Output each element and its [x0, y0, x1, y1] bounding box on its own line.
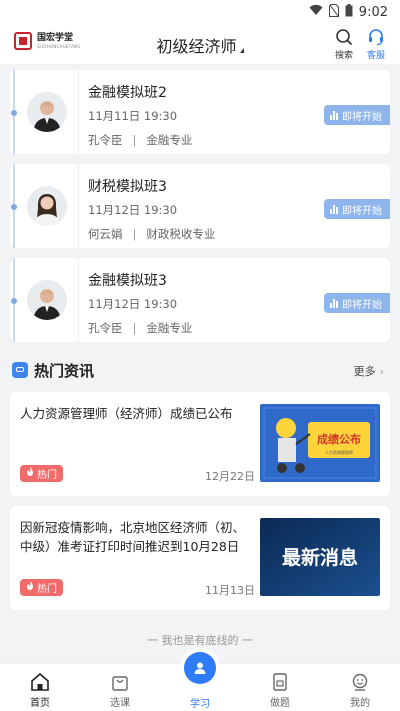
tab-label: 首页	[30, 698, 50, 709]
user-face-icon	[320, 664, 400, 694]
tab-practice[interactable]: 做题	[240, 664, 320, 711]
course-time: 11月11日 19:30	[88, 109, 178, 123]
course-major: 金融专业	[146, 133, 193, 147]
status-text: 即将开始	[342, 111, 382, 123]
news-section-header: 热门资讯 更多 ›	[12, 358, 388, 382]
course-time: 11月12日 19:30	[88, 297, 178, 311]
status-badge: 即将开始	[324, 105, 390, 125]
news-thumbnail: 成绩公布 人力资源管理师	[260, 404, 380, 482]
more-news-link[interactable]: 更多 ›	[354, 363, 384, 379]
hot-badge: 热门	[20, 579, 63, 596]
tab-study[interactable]: 学习	[160, 652, 240, 711]
no-sim-icon	[328, 3, 339, 21]
course-card[interactable]: 金融模拟班3 11月12日 19:30 孔令臣 | 金融专业 即将开始	[10, 258, 390, 342]
live-bars-icon	[330, 110, 338, 120]
course-teacher-line: 孔令臣 | 金融专业	[88, 133, 193, 147]
status-bar: 9:02	[0, 0, 400, 24]
course-major: 财政税收专业	[146, 227, 216, 241]
timeline-dot	[11, 204, 17, 210]
flame-icon	[26, 467, 34, 480]
news-card[interactable]: 因新冠疫情影响，北京地区经济师（初、中级）准考证打印时间推迟到10月28日 热门…	[10, 506, 390, 610]
news-card[interactable]: 人力资源管理师（经济师）成绩已公布 热门 12月22日 成绩公布 人力资源管理师	[10, 392, 390, 496]
status-text: 即将开始	[342, 299, 382, 311]
course-name: 金融模拟班3	[88, 273, 167, 289]
live-bars-icon	[330, 204, 338, 214]
news-thumbnail: 最新消息	[260, 518, 380, 596]
course-teacher-line: 孔令臣 | 金融专业	[88, 321, 193, 335]
more-label: 更多	[353, 365, 376, 378]
card-divider	[78, 258, 79, 342]
course-name: 财税模拟班3	[88, 179, 167, 195]
live-bars-icon	[330, 298, 338, 308]
tab-home[interactable]: 首页	[0, 664, 80, 711]
status-time: 9:02	[358, 4, 388, 20]
tab-label: 我的	[350, 698, 370, 709]
bottom-tab-bar: 首页 选课 学习 做题 我的	[0, 652, 400, 711]
thumb-headline: 成绩公布	[317, 432, 361, 446]
teacher-avatar	[27, 186, 67, 226]
customer-service-button[interactable]: 客服	[361, 26, 391, 61]
tab-label: 做题	[270, 698, 290, 709]
news-title: 人力资源管理师（经济师）成绩已公布	[20, 406, 233, 421]
battery-icon	[345, 3, 353, 21]
tab-profile[interactable]: 我的	[320, 664, 400, 711]
teacher-name: 孔令臣	[88, 321, 123, 335]
thumb-subline: 人力资源管理师	[325, 449, 353, 455]
hot-badge: 热门	[20, 465, 63, 482]
status-text: 即将开始	[342, 205, 382, 217]
end-of-list-note: 一 我也是有底线的 一	[147, 634, 253, 647]
tab-label: 学习	[190, 699, 210, 710]
chat-bubble-icon	[12, 362, 28, 378]
card-divider	[78, 70, 79, 154]
study-icon	[184, 652, 216, 684]
tab-courses[interactable]: 选课	[80, 664, 160, 711]
course-major: 金融专业	[146, 321, 193, 335]
wifi-icon	[309, 4, 323, 20]
flame-icon	[26, 581, 34, 594]
dropdown-triangle-icon	[239, 48, 244, 53]
course-time: 11月12日 19:30	[88, 203, 178, 217]
teacher-avatar	[27, 92, 67, 132]
news-date: 11月13日	[205, 584, 255, 597]
course-card[interactable]: 金融模拟班2 11月11日 19:30 孔令臣 | 金融专业 即将开始	[10, 70, 390, 154]
home-icon	[0, 664, 80, 694]
news-title: 因新冠疫情影响，北京地区经济师（初、中级）准考证打印时间推迟到10月28日	[20, 520, 246, 554]
teacher-avatar	[27, 280, 67, 320]
teacher-name: 何云娟	[88, 227, 123, 241]
tab-label: 选课	[110, 698, 130, 709]
course-name: 金融模拟班2	[88, 85, 167, 101]
exercise-book-icon	[240, 664, 320, 694]
hot-label: 热门	[37, 584, 57, 595]
news-section-title: 热门资讯	[34, 362, 95, 380]
course-teacher-line: 何云娟 | 财政税收专业	[88, 227, 216, 241]
service-label: 客服	[366, 51, 385, 61]
chevron-right-icon: ›	[379, 365, 384, 378]
page-title: 初级经济师	[156, 37, 237, 56]
app-header: 国宏学堂 GUOHONGXUETANG 初级经济师 搜索 客服	[0, 24, 400, 64]
headset-icon	[361, 26, 391, 48]
card-divider	[78, 164, 79, 248]
shopping-bag-icon	[80, 664, 160, 694]
teacher-name: 孔令臣	[88, 133, 123, 147]
news-date: 12月22日	[205, 470, 255, 483]
search-icon	[329, 26, 359, 48]
search-label: 搜索	[334, 51, 353, 61]
thumb-headline: 最新消息	[282, 546, 358, 569]
timeline-dot	[11, 110, 17, 116]
status-badge: 即将开始	[324, 199, 390, 219]
timeline-dot	[11, 298, 17, 304]
course-card[interactable]: 财税模拟班3 11月12日 19:30 何云娟 | 财政税收专业 即将开始	[10, 164, 390, 248]
status-badge: 即将开始	[324, 293, 390, 313]
search-button[interactable]: 搜索	[329, 26, 359, 61]
hot-label: 热门	[37, 470, 57, 481]
